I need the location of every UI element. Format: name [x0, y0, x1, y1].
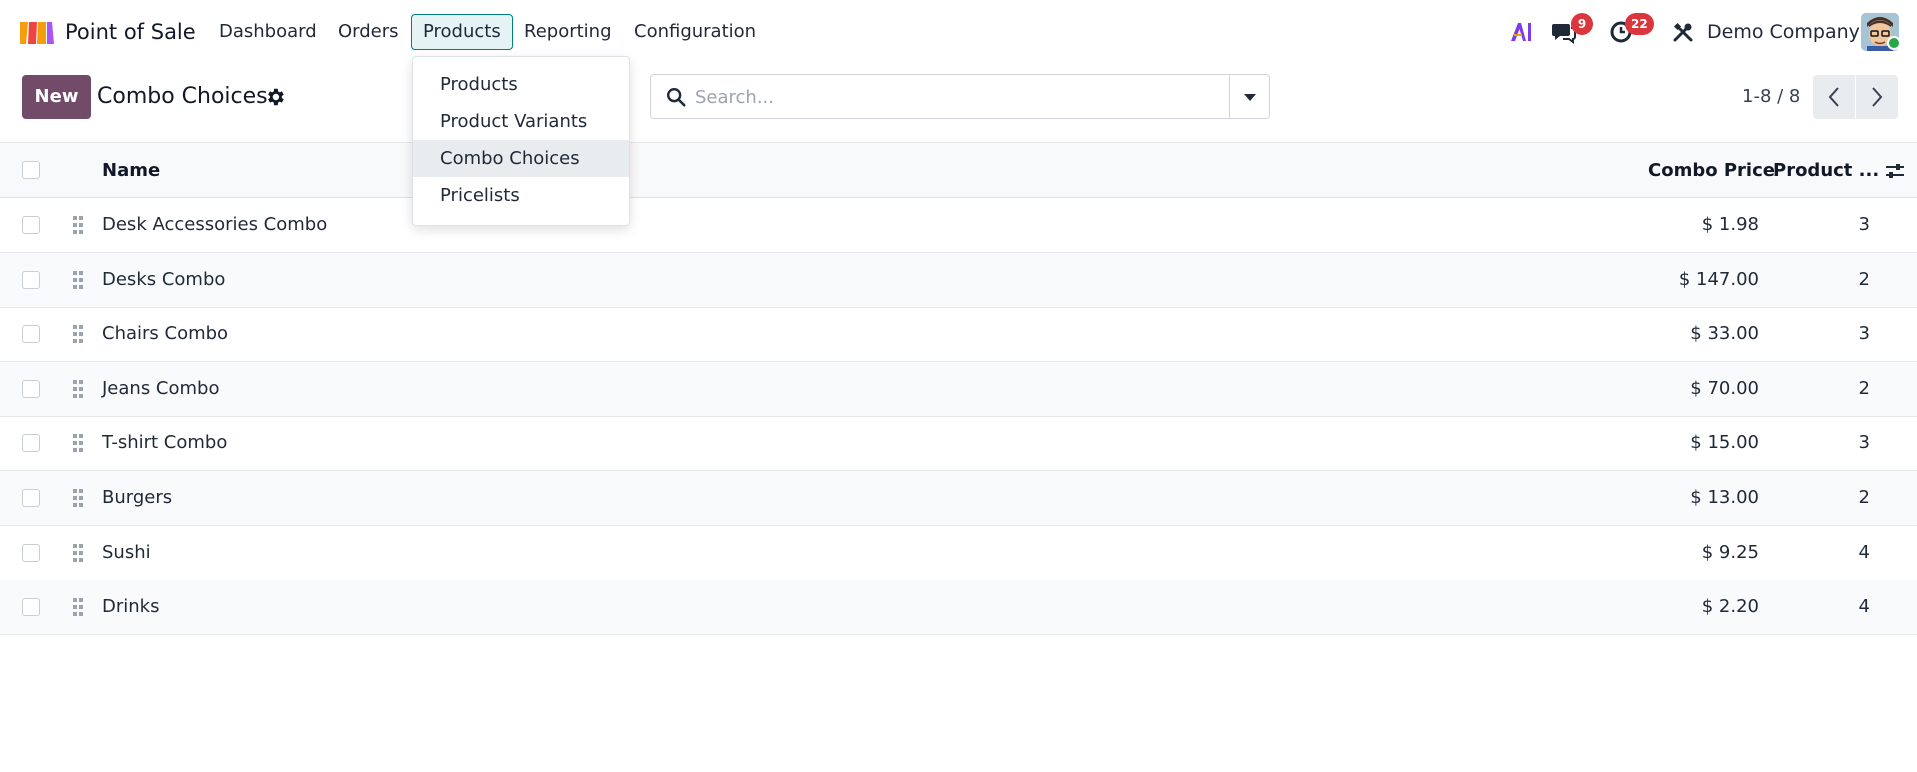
table-row[interactable]: Burgers $ 13.00 2: [0, 471, 1917, 526]
row-checkbox[interactable]: [22, 325, 40, 344]
company-switcher[interactable]: Demo Company: [1707, 18, 1860, 46]
messages-badge: 9: [1571, 13, 1593, 35]
row-checkbox[interactable]: [22, 216, 40, 234]
row-checkbox[interactable]: [22, 270, 40, 289]
cell-name[interactable]: Sushi: [102, 541, 151, 565]
drag-handle-icon[interactable]: [71, 323, 85, 345]
cell-combo-price[interactable]: $ 33.00: [1690, 322, 1759, 346]
top-navbar: Point of Sale Dashboard Orders Products …: [0, 0, 1917, 64]
dropdown-item-combo-choices[interactable]: Combo Choices: [413, 140, 629, 177]
cell-combo-price[interactable]: $ 70.00: [1690, 377, 1759, 401]
search-input[interactable]: [695, 83, 1195, 111]
list-header: Name Combo Price Product ...: [0, 142, 1917, 198]
search-options-toggle[interactable]: [1229, 75, 1269, 118]
dropdown-item-pricelists[interactable]: Pricelists: [413, 177, 629, 214]
cell-name[interactable]: Desk Accessories Combo: [102, 213, 327, 237]
row-checkbox[interactable]: [22, 379, 40, 398]
drag-handle-icon[interactable]: [71, 269, 85, 291]
cell-name[interactable]: T-shirt Combo: [102, 431, 227, 455]
chevron-left-icon: [1828, 87, 1839, 107]
cell-product-count[interactable]: 3: [1859, 213, 1870, 237]
table-row[interactable]: Drinks $ 2.20 4: [0, 580, 1917, 636]
search-bar: [650, 74, 1270, 119]
menu-products[interactable]: Products: [411, 14, 513, 50]
menu-configuration[interactable]: Configuration: [623, 14, 767, 50]
gear-icon[interactable]: [264, 86, 286, 108]
row-checkbox[interactable]: [22, 543, 40, 562]
menu-reporting[interactable]: Reporting: [513, 14, 623, 50]
app-name[interactable]: Point of Sale: [65, 18, 196, 46]
cell-combo-price[interactable]: $ 9.25: [1702, 541, 1759, 565]
chevron-right-icon: [1872, 87, 1883, 107]
menu-dashboard[interactable]: Dashboard: [208, 14, 328, 50]
cell-combo-price[interactable]: $ 13.00: [1690, 486, 1759, 510]
ai-icon[interactable]: [1508, 18, 1536, 46]
cell-product-count[interactable]: 3: [1859, 431, 1870, 455]
drag-handle-icon[interactable]: [71, 214, 85, 236]
table-row[interactable]: Desk Accessories Combo $ 1.98 3: [0, 198, 1917, 253]
new-button[interactable]: New: [22, 75, 91, 119]
cell-product-count[interactable]: 4: [1859, 541, 1870, 565]
column-header-combo-price[interactable]: Combo Price: [1648, 159, 1775, 183]
cell-name[interactable]: Burgers: [102, 486, 172, 510]
tools-icon[interactable]: [1669, 18, 1697, 46]
products-dropdown-menu: Products Product Variants Combo Choices …: [412, 56, 630, 226]
row-checkbox[interactable]: [22, 598, 40, 617]
table-row[interactable]: T-shirt Combo $ 15.00 3: [0, 416, 1917, 472]
cell-name[interactable]: Chairs Combo: [102, 322, 228, 346]
table-row[interactable]: Sushi $ 9.25 4: [0, 526, 1917, 581]
cell-product-count[interactable]: 2: [1859, 486, 1870, 510]
pager-next-button[interactable]: [1856, 75, 1898, 119]
drag-handle-icon[interactable]: [71, 542, 85, 564]
cell-name[interactable]: Desks Combo: [102, 268, 225, 292]
pos-app-logo-icon[interactable]: [18, 18, 54, 46]
drag-handle-icon[interactable]: [71, 596, 85, 618]
cell-combo-price[interactable]: $ 1.98: [1702, 213, 1759, 237]
cell-combo-price[interactable]: $ 147.00: [1679, 268, 1759, 292]
caret-down-icon: [1243, 93, 1256, 101]
cell-product-count[interactable]: 2: [1859, 377, 1870, 401]
cell-combo-price[interactable]: $ 15.00: [1690, 431, 1759, 455]
cell-product-count[interactable]: 2: [1859, 268, 1870, 292]
row-checkbox[interactable]: [22, 489, 40, 507]
search-icon: [667, 88, 686, 107]
menu-orders[interactable]: Orders: [327, 14, 410, 50]
drag-handle-icon[interactable]: [71, 432, 85, 454]
cell-product-count[interactable]: 3: [1859, 322, 1870, 346]
dropdown-item-products[interactable]: Products: [413, 66, 629, 103]
row-checkbox[interactable]: [22, 434, 40, 453]
sliders-icon[interactable]: [1884, 160, 1906, 182]
drag-handle-icon[interactable]: [71, 487, 85, 509]
table-row[interactable]: Chairs Combo $ 33.00 3: [0, 307, 1917, 363]
pager-value[interactable]: 1-8 / 8: [1742, 84, 1800, 110]
select-all-checkbox[interactable]: [22, 161, 40, 179]
drag-handle-icon[interactable]: [71, 378, 85, 400]
table-row[interactable]: Desks Combo $ 147.00 2: [0, 252, 1917, 308]
cell-product-count[interactable]: 4: [1859, 595, 1870, 619]
online-status-indicator: [1887, 36, 1901, 50]
cell-combo-price[interactable]: $ 2.20: [1702, 595, 1759, 619]
cell-name[interactable]: Jeans Combo: [102, 377, 219, 401]
table-row[interactable]: Jeans Combo $ 70.00 2: [0, 361, 1917, 417]
dropdown-item-product-variants[interactable]: Product Variants: [413, 103, 629, 140]
cell-name[interactable]: Drinks: [102, 595, 159, 619]
pager-previous-button[interactable]: [1813, 75, 1855, 119]
column-header-product-count[interactable]: Product ...: [1773, 159, 1879, 183]
page-title: Combo Choices: [97, 84, 268, 109]
column-header-name[interactable]: Name: [102, 159, 160, 183]
activities-badge: 22: [1625, 13, 1654, 35]
